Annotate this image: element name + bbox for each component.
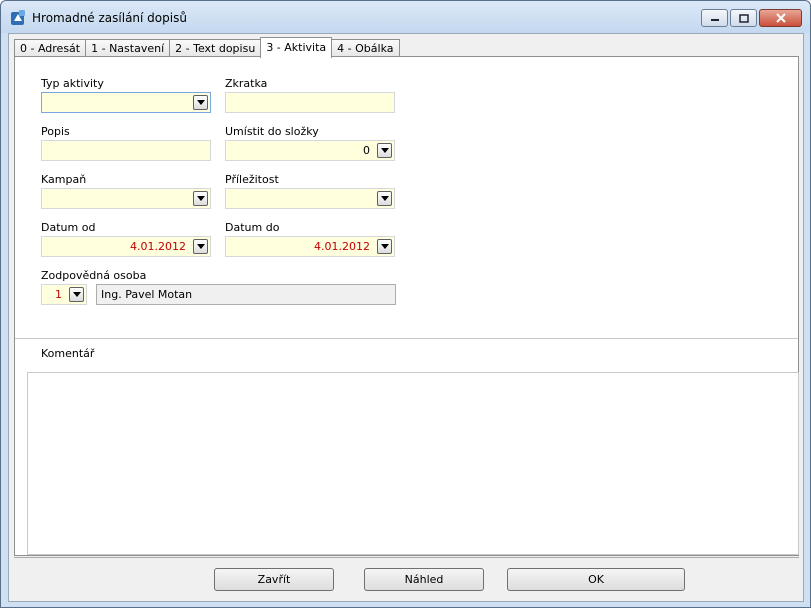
zkratka-label: Zkratka	[225, 77, 268, 90]
komentar-textarea[interactable]	[27, 372, 799, 555]
popis-label: Popis	[41, 125, 70, 138]
datum-od-value: 4.01.2012	[130, 240, 186, 253]
typ-aktivity-label: Typ aktivity	[41, 77, 104, 90]
typ-aktivity-dropdown-button[interactable]	[193, 95, 208, 110]
zodpovedna-osoba-name: Ing. Pavel Motan	[101, 288, 193, 301]
datum-do-label: Datum do	[225, 221, 280, 234]
close-icon	[775, 13, 786, 23]
close-button[interactable]	[759, 9, 802, 27]
zodpovedna-osoba-name-field: Ing. Pavel Motan	[96, 284, 396, 305]
bottom-divider	[14, 557, 799, 558]
popis-input[interactable]	[41, 140, 211, 161]
tab-obalka[interactable]: 4 - Obálka	[331, 39, 400, 57]
chevron-down-icon	[196, 244, 205, 249]
kampan-select[interactable]	[41, 188, 211, 209]
chevron-down-icon	[196, 100, 205, 105]
prilezitost-label: Příležitost	[225, 173, 279, 186]
chevron-down-icon	[380, 148, 389, 153]
datum-od-dropdown-button[interactable]	[193, 239, 208, 254]
chevron-down-icon	[380, 196, 389, 201]
komentar-label: Komentář	[41, 347, 95, 360]
datum-od-label: Datum od	[41, 221, 96, 234]
dialog-client-area: 0 - Adresát 1 - Nastavení 2 - Text dopis…	[8, 33, 804, 602]
datum-do-input[interactable]: 4.01.2012	[225, 236, 395, 257]
section-divider	[15, 338, 798, 339]
chevron-down-icon	[72, 292, 81, 297]
datum-od-input[interactable]: 4.01.2012	[41, 236, 211, 257]
datum-do-dropdown-button[interactable]	[377, 239, 392, 254]
tab-adresat[interactable]: 0 - Adresát	[14, 39, 87, 57]
umistit-value: 0	[363, 144, 370, 157]
window-title: Hromadné zasílání dopisů	[32, 11, 187, 25]
app-icon	[11, 10, 25, 25]
umistit-dropdown-button[interactable]	[377, 143, 392, 158]
tab-nastaveni[interactable]: 1 - Nastavení	[85, 39, 171, 57]
typ-aktivity-select[interactable]	[41, 92, 211, 113]
chevron-down-icon	[380, 244, 389, 249]
window-controls	[699, 9, 802, 27]
aktivita-panel: Typ aktivity Zkratka Popis Umístit do sl…	[14, 56, 799, 556]
zodpovedna-osoba-id-value: 1	[55, 288, 62, 301]
tab-aktivita[interactable]: 3 - Aktivita	[260, 37, 333, 58]
umistit-select[interactable]: 0	[225, 140, 395, 161]
title-bar[interactable]: Hromadné zasílání dopisů	[1, 1, 810, 33]
zodpovedna-osoba-dropdown-button[interactable]	[69, 287, 84, 302]
zodpovedna-osoba-label: Zodpovědná osoba	[41, 269, 147, 282]
prilezitost-dropdown-button[interactable]	[377, 191, 392, 206]
application-window: Hromadné zasílání dopisů 0 - Adresát 1 -…	[0, 0, 811, 608]
maximize-icon	[738, 13, 749, 23]
datum-do-value: 4.01.2012	[314, 240, 370, 253]
minimize-icon	[710, 19, 719, 21]
nahled-button[interactable]: Náhled	[364, 568, 484, 591]
zavrit-button[interactable]: Zavřít	[214, 568, 334, 591]
prilezitost-select[interactable]	[225, 188, 395, 209]
umistit-label: Umístit do složky	[225, 125, 319, 138]
kampan-dropdown-button[interactable]	[193, 191, 208, 206]
ok-button[interactable]: OK	[507, 568, 685, 591]
zkratka-input[interactable]	[225, 92, 395, 113]
maximize-button[interactable]	[730, 9, 757, 27]
kampan-label: Kampaň	[41, 173, 87, 186]
zodpovedna-osoba-id-select[interactable]: 1	[41, 284, 87, 305]
minimize-button[interactable]	[701, 9, 728, 27]
tab-strip: 0 - Adresát 1 - Nastavení 2 - Text dopis…	[14, 37, 400, 58]
chevron-down-icon	[196, 196, 205, 201]
tab-text-dopisu[interactable]: 2 - Text dopisu	[169, 39, 262, 57]
